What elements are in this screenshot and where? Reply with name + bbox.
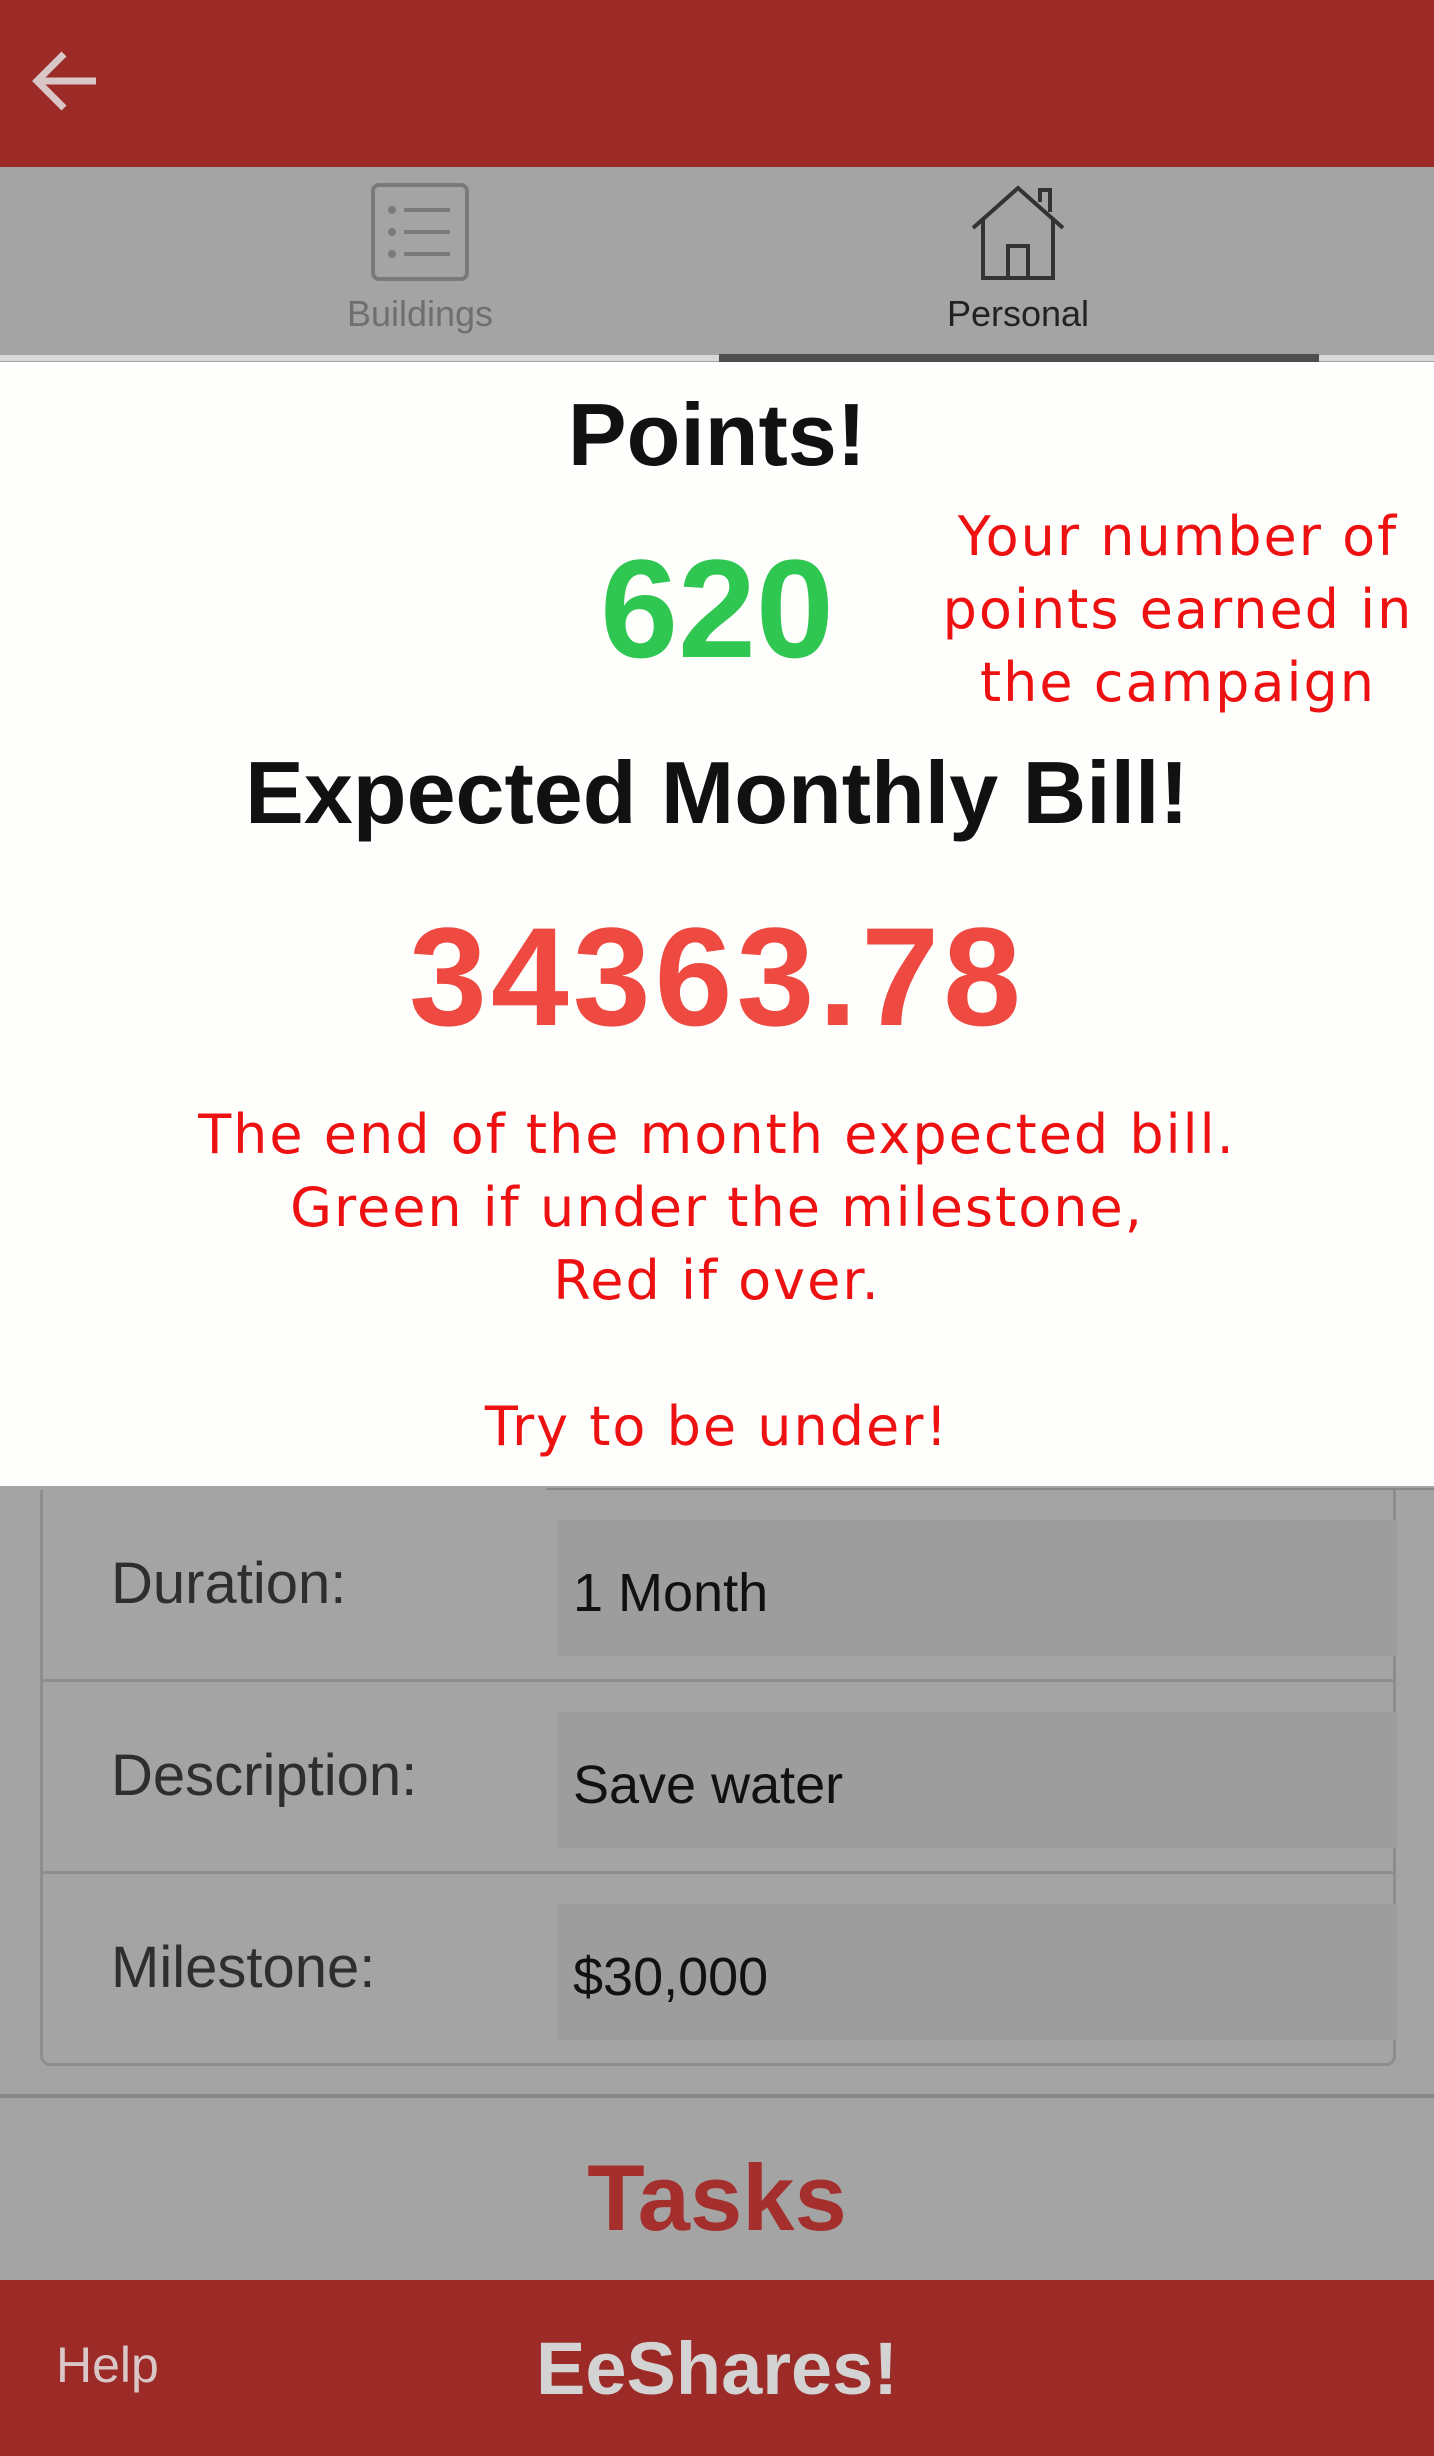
milestone-label: Milestone: (111, 1935, 376, 2000)
points-hint: Your number of points earned in the camp… (942, 505, 1414, 714)
app-brand: EeShares! (536, 2327, 898, 2410)
campaign-details-table: Duration: 1 Month Description: Save wate… (40, 1490, 1397, 2066)
bill-hint-line: Try to be under! (484, 1395, 950, 1458)
bottom-bar: Help EeShares! (0, 2280, 1434, 2456)
back-arrow-icon[interactable] (28, 40, 102, 122)
description-value: Save water (573, 1755, 844, 1815)
bill-value: 34363.78 (409, 898, 1025, 1055)
duration-label: Duration: (111, 1551, 347, 1616)
duration-value: 1 Month (573, 1563, 769, 1623)
description-label: Description: (111, 1743, 418, 1808)
description-value-box: Save water (557, 1712, 1397, 1848)
tab-personal-label: Personal (946, 293, 1090, 334)
bill-hint-line: Red if over. (553, 1249, 881, 1312)
bill-title: Expected Monthly Bill! (245, 743, 1189, 842)
tab-buildings[interactable]: Buildings (230, 167, 610, 355)
bill-hint-line: The end of the month expected bill. (198, 1103, 1236, 1166)
details-row-description: Description: Save water (43, 1682, 1397, 1874)
points-title: Points! (567, 385, 867, 484)
bill-hint: The end of the month expected bill. Gree… (0, 1098, 1434, 1463)
top-app-bar (0, 0, 1434, 167)
duration-value-box: 1 Month (557, 1520, 1397, 1656)
details-row-duration: Duration: 1 Month (43, 1490, 1397, 1682)
milestone-value-box: $30,000 (557, 1904, 1397, 2040)
house-icon (968, 182, 1068, 287)
bill-hint-line: Green if under the milestone, (290, 1176, 1144, 1239)
tab-personal[interactable]: Personal (818, 167, 1218, 355)
bill-hint-spacer (0, 1317, 1434, 1390)
tasks-label: Tasks (587, 2145, 847, 2250)
tab-buildings-label: Buildings (346, 293, 494, 334)
tab-bar: Buildings Personal (0, 167, 1434, 355)
active-tab-indicator (719, 354, 1319, 362)
details-row-milestone: Milestone: $30,000 (43, 1874, 1397, 2066)
tasks-button[interactable]: Tasks (0, 2098, 1434, 2280)
list-icon (370, 182, 470, 287)
milestone-value: $30,000 (573, 1947, 769, 2007)
